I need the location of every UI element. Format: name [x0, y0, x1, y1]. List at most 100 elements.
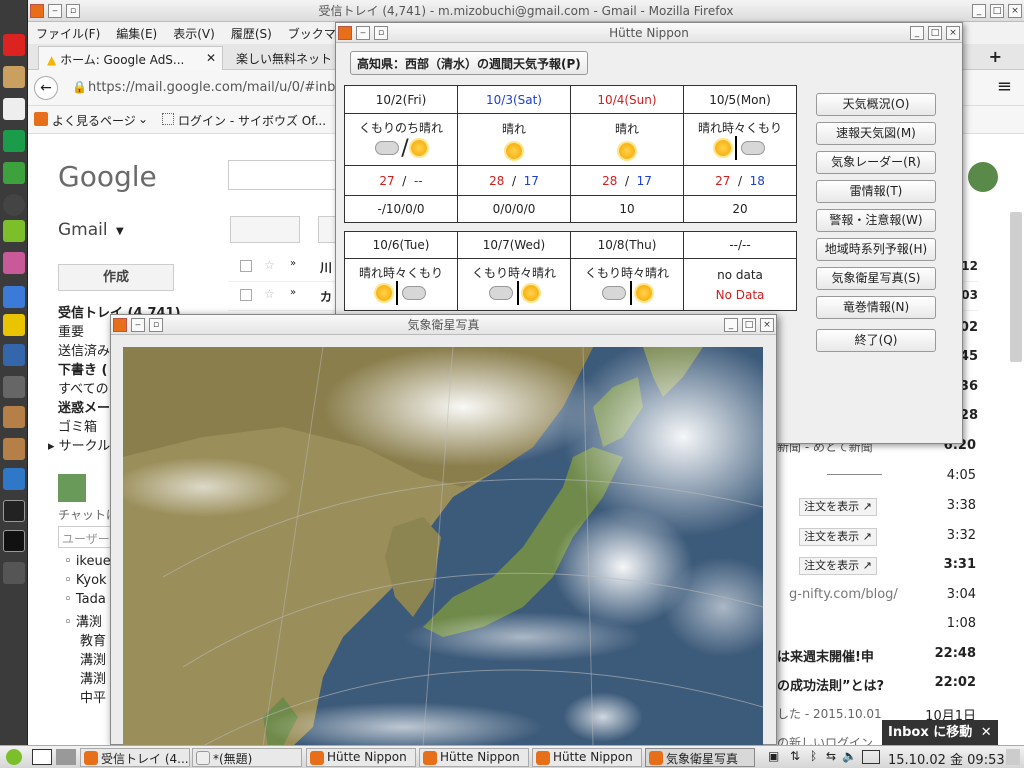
satellite-button[interactable]: 気象衛星写真(S)	[816, 267, 936, 290]
row-checkbox[interactable]	[240, 289, 252, 301]
pen-icon[interactable]	[3, 98, 25, 120]
minimize-icon[interactable]: ‒	[131, 317, 145, 332]
scrollbar[interactable]	[1010, 212, 1022, 362]
wifi-icon[interactable]	[3, 344, 25, 366]
notepad-icon[interactable]	[3, 66, 25, 88]
google-logo[interactable]: Google	[58, 160, 157, 193]
gmail-label[interactable]: Gmail	[58, 220, 108, 240]
new-tab-button[interactable]: +	[989, 47, 1002, 66]
search-input[interactable]	[228, 160, 338, 190]
forecast-heading-button[interactable]: 高知県：西部（清水）の週間天気予報(P)	[350, 51, 588, 75]
timeseries-forecast-button[interactable]: 地域時系列予報(H)	[816, 238, 936, 261]
taskbar-item-hutte-2[interactable]: Hütte Nippon	[419, 748, 529, 767]
minimize-button[interactable]: _	[724, 317, 738, 332]
minimize-button[interactable]: _	[972, 3, 986, 18]
avatar[interactable]	[968, 162, 998, 192]
sidebar-item-trash[interactable]: ゴミ箱	[58, 416, 97, 435]
maximize-button[interactable]: □	[742, 317, 756, 332]
bug-icon[interactable]	[3, 220, 25, 242]
contact-5[interactable]: 教育	[80, 630, 106, 649]
start-menu-icon[interactable]	[6, 749, 22, 765]
settings-icon[interactable]	[3, 376, 25, 398]
weather-map-button[interactable]: 速報天気図(M)	[816, 122, 936, 145]
radar-button[interactable]: 気象レーダー(R)	[816, 151, 936, 174]
warnings-button[interactable]: 警報・注意報(W)	[816, 209, 936, 232]
close-tab-icon[interactable]: ✕	[206, 51, 216, 65]
sidebar-item-drafts[interactable]: 下書き (	[58, 359, 107, 378]
sidebar-item-important[interactable]: 重要	[58, 321, 84, 340]
lightning-button[interactable]: 雷情報(T)	[816, 180, 936, 203]
paint-icon[interactable]	[3, 252, 25, 274]
volume-icon[interactable]: 🔈	[842, 749, 857, 763]
row-checkbox[interactable]	[240, 260, 252, 272]
monitor-icon[interactable]	[3, 500, 25, 522]
close-button[interactable]: ×	[760, 317, 774, 332]
menu-history[interactable]: 履歴(S)	[223, 25, 280, 42]
media-icon[interactable]	[3, 194, 25, 216]
caret-down-icon[interactable]: ▼	[116, 226, 124, 237]
chat-avatar[interactable]	[58, 474, 86, 502]
weather-overview-button[interactable]: 天気概況(O)	[816, 93, 936, 116]
menu-file[interactable]: ファイル(F)	[28, 25, 108, 42]
sidebar-item-spam[interactable]: 迷惑メー	[58, 397, 110, 416]
contact-2[interactable]: ◦ Kyok	[64, 573, 107, 588]
sidebar-item-sent[interactable]: 送信済み	[58, 340, 110, 359]
maximize-button[interactable]: □	[928, 25, 942, 40]
close-button[interactable]: ×	[1008, 3, 1022, 18]
sidebar-item-all[interactable]: すべての	[58, 378, 109, 397]
green-app-icon[interactable]	[3, 162, 25, 184]
importance-icon[interactable]: »	[290, 258, 296, 269]
show-desktop-button[interactable]	[1006, 749, 1020, 765]
network-icon[interactable]: ⇆	[826, 749, 836, 763]
compose-button[interactable]: 作成	[58, 264, 174, 291]
opera-icon[interactable]	[3, 34, 25, 56]
select-checkbox-button[interactable]	[230, 216, 300, 243]
taskbar-item-satellite[interactable]: 気象衛星写真	[645, 748, 755, 767]
trash-icon[interactable]	[3, 562, 25, 584]
tray-icon[interactable]: ⇅	[790, 749, 800, 763]
tab-adsense[interactable]: ▲ ホーム: Google AdS... ✕	[38, 46, 223, 70]
cart-icon[interactable]	[3, 468, 25, 490]
importance-icon[interactable]: »	[290, 287, 296, 298]
tornado-button[interactable]: 竜巻情報(N)	[816, 296, 936, 319]
view-order-button[interactable]: 注文を表示 ↗	[799, 498, 877, 516]
package-update-icon[interactable]	[3, 438, 25, 460]
sticky-icon[interactable]: ▫	[149, 317, 163, 332]
sticky-icon[interactable]: ▫	[66, 3, 80, 18]
tray-icon[interactable]: ▣	[768, 749, 779, 763]
star-icon[interactable]: ☆	[264, 258, 275, 272]
view-order-button[interactable]: 注文を表示 ↗	[799, 528, 877, 546]
taskbar-item-editor[interactable]: *(無題)	[192, 748, 302, 767]
taskbar-item-firefox[interactable]: 受信トレイ (4...	[80, 748, 190, 767]
hamburger-menu-icon[interactable]: ≡	[997, 76, 1012, 97]
contact-1[interactable]: ◦ ikeue	[64, 554, 111, 569]
package-icon[interactable]	[3, 406, 25, 428]
inbox-toast[interactable]: Inbox に移動 ✕	[882, 720, 998, 745]
contact-6[interactable]: 溝渕	[80, 649, 106, 668]
minimize-icon[interactable]: ‒	[48, 3, 62, 18]
taskbar-item-hutte-3[interactable]: Hütte Nippon	[532, 748, 642, 767]
sidebar-item-circles[interactable]: ▸ サークル	[48, 435, 110, 454]
contact-3[interactable]: ◦ Tada	[64, 592, 106, 607]
bluetooth-icon[interactable]: ᛒ	[810, 749, 817, 763]
menu-edit[interactable]: 編集(E)	[108, 25, 165, 42]
workspace-icon[interactable]	[56, 749, 76, 765]
image-icon[interactable]	[3, 286, 25, 308]
desktop-icon[interactable]	[32, 749, 52, 765]
terminal-icon[interactable]	[3, 530, 25, 552]
minimize-button[interactable]: _	[910, 25, 924, 40]
bookmark-frequent[interactable]: よく見るページ	[52, 112, 136, 129]
back-button[interactable]: ←	[34, 76, 58, 100]
app-icon[interactable]	[3, 130, 25, 152]
menu-view[interactable]: 表示(V)	[165, 25, 223, 42]
bird-icon[interactable]	[3, 314, 25, 336]
url-field[interactable]: https://mail.google.com/mail/u/0/#inb	[88, 80, 335, 95]
close-icon[interactable]: ✕	[981, 725, 992, 740]
minimize-icon[interactable]: ‒	[356, 25, 370, 40]
contact-4[interactable]: ◦ 溝渕	[64, 611, 102, 630]
sticky-icon[interactable]: ▫	[374, 25, 388, 40]
tab-other[interactable]: 楽しい無料ネット	[228, 46, 338, 70]
contact-8[interactable]: 中平	[80, 687, 106, 706]
chevron-down-icon[interactable]: ⌄	[138, 112, 148, 126]
close-button[interactable]: ×	[946, 25, 960, 40]
